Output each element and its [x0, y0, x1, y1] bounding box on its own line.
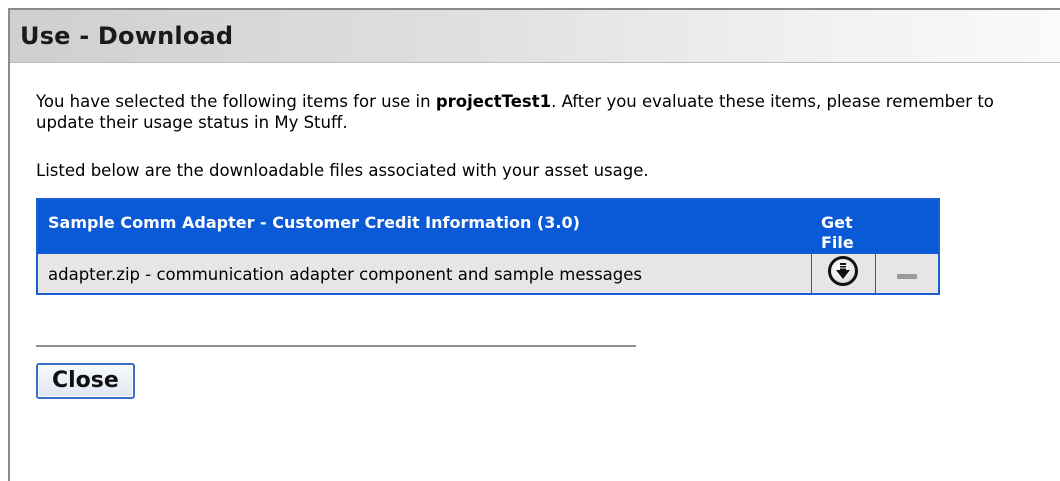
dialog-content: You have selected the following items fo…: [10, 63, 1060, 399]
divider: [36, 345, 636, 347]
project-name: projectTest1: [435, 92, 552, 111]
table-row: adapter.zip - communication adapter comp…: [37, 253, 939, 294]
extra-action-cell: [874, 253, 939, 294]
get-file-header: Get File: [811, 199, 875, 254]
asset-header: Sample Comm Adapter - Customer Credit In…: [37, 199, 811, 254]
listed-text: Listed below are the downloadable files …: [36, 161, 649, 180]
download-circle-icon[interactable]: [828, 256, 858, 286]
dialog-window: Use - Download You have selected the fol…: [8, 8, 1060, 481]
intro-text: You have selected the following items fo…: [36, 91, 1042, 133]
files-table: Sample Comm Adapter - Customer Credit In…: [36, 198, 940, 295]
blank-header: [875, 199, 939, 254]
intro-before: You have selected the following items fo…: [36, 92, 436, 111]
minus-icon: [896, 274, 917, 279]
get-file-cell: [810, 253, 875, 294]
file-description: adapter.zip - communication adapter comp…: [37, 253, 811, 294]
download-arrow-icon: [836, 263, 850, 279]
table-header-row: Sample Comm Adapter - Customer Credit In…: [37, 199, 939, 254]
title-bar: Use - Download: [10, 10, 1060, 63]
dialog-title: Use - Download: [20, 22, 234, 50]
close-button[interactable]: Close: [36, 363, 135, 399]
